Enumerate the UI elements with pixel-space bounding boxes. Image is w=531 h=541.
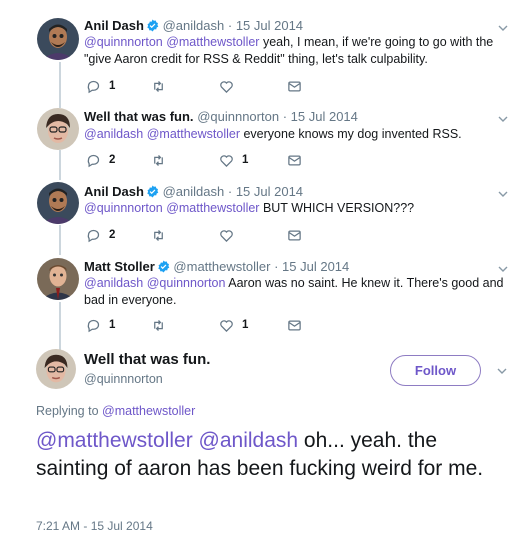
avatar[interactable] <box>37 182 79 224</box>
reply-icon <box>87 319 100 332</box>
mentions[interactable]: @anildash @quinnnorton <box>84 276 225 290</box>
direct-message-icon <box>288 81 301 91</box>
display-name[interactable]: Well that was fun. <box>84 109 194 124</box>
reply-button[interactable]: 1 <box>86 317 115 333</box>
separator: · <box>227 184 233 199</box>
follow-button[interactable]: Follow <box>390 355 481 386</box>
user-handle[interactable]: @quinnnorton <box>197 109 279 124</box>
replying-to-link[interactable]: @matthewstoller <box>102 404 195 418</box>
reply-icon <box>87 229 100 242</box>
direct-message-icon <box>288 155 301 165</box>
chevron-down-icon[interactable] <box>497 113 509 125</box>
direct-message-button[interactable] <box>287 317 302 333</box>
tweet-text: @quinnnorton @matthewstoller BUT WHICH V… <box>84 200 504 217</box>
avatar[interactable] <box>37 18 79 60</box>
tweet-body: BUT WHICH VERSION??? <box>259 201 415 215</box>
tweet-header: Anil Dash @anildash · 15 Jul 2014 <box>84 18 303 33</box>
reply-count: 1 <box>109 80 116 92</box>
tweet-text: @matthewstoller @anildash oh... yeah. th… <box>36 427 506 483</box>
avatar[interactable] <box>37 258 79 300</box>
tweet-header: Matt Stoller @matthewstoller · 15 Jul 20… <box>84 259 349 274</box>
like-icon <box>220 154 233 167</box>
reply-button[interactable]: 2 <box>86 152 115 168</box>
separator: · <box>274 259 279 274</box>
tweet-date[interactable]: 15 Jul 2014 <box>236 184 303 199</box>
like-count: 1 <box>242 154 249 166</box>
tweet-date[interactable]: 15 Jul 2014 <box>291 109 358 124</box>
tweet-text: @quinnnorton @matthewstoller yeah, I mea… <box>84 34 504 67</box>
user-handle[interactable]: @matthewstoller <box>173 259 270 274</box>
reply-count: 1 <box>109 319 116 331</box>
retweet-icon <box>154 80 163 92</box>
avatar[interactable] <box>37 108 79 150</box>
replying-to: Replying to @matthewstoller <box>36 404 195 418</box>
verified-badge-icon <box>147 19 159 32</box>
thread-connector <box>59 225 61 255</box>
user-handle[interactable]: @quinnnorton <box>84 372 163 386</box>
display-name[interactable]: Anil Dash <box>84 184 144 199</box>
like-icon <box>220 229 233 242</box>
tweet-actions: 2 1 <box>86 152 346 168</box>
chevron-down-icon[interactable] <box>497 22 509 34</box>
direct-message-button[interactable] <box>287 227 302 243</box>
tweet-header: Well that was fun. @quinnnorton · 15 Jul… <box>84 109 358 124</box>
like-button[interactable]: 1 <box>219 152 248 168</box>
tweet-text: @anildash @matthewstoller everyone knows… <box>84 126 504 143</box>
reply-icon <box>87 80 100 93</box>
retweet-button[interactable] <box>151 317 174 333</box>
tweet-actions: 1 <box>86 78 346 94</box>
user-handle[interactable]: @anildash <box>163 184 225 199</box>
chevron-down-icon[interactable] <box>497 263 509 275</box>
like-button[interactable]: 1 <box>219 317 248 333</box>
thread-connector <box>59 302 61 352</box>
reply-button[interactable]: 2 <box>86 227 115 243</box>
tweet-actions: 2 <box>86 227 346 243</box>
tweet-actions: 1 1 <box>86 317 346 333</box>
tweet-text: @anildash @quinnnorton Aaron was no sain… <box>84 275 504 308</box>
direct-message-icon <box>288 320 301 330</box>
like-icon <box>220 319 233 332</box>
direct-message-icon <box>288 230 301 240</box>
tweet-timestamp[interactable]: 7:21 AM - 15 Jul 2014 <box>36 519 153 533</box>
direct-message-button[interactable] <box>287 152 302 168</box>
retweet-icon <box>154 229 163 241</box>
thread-connector <box>59 150 61 180</box>
tweet-date[interactable]: 15 Jul 2014 <box>236 18 303 33</box>
user-handle[interactable]: @anildash <box>163 18 225 33</box>
direct-message-button[interactable] <box>287 78 302 94</box>
mentions[interactable]: @quinnnorton @matthewstoller <box>84 35 259 49</box>
like-icon <box>220 80 233 93</box>
reply-button[interactable]: 1 <box>86 78 115 94</box>
verified-badge-icon <box>147 185 159 198</box>
thread-connector <box>59 62 61 108</box>
retweet-button[interactable] <box>151 227 174 243</box>
retweet-icon <box>154 154 163 166</box>
mentions[interactable]: @matthewstoller @anildash <box>36 429 298 452</box>
avatar[interactable] <box>36 349 76 389</box>
mentions[interactable]: @quinnnorton @matthewstoller <box>84 201 259 215</box>
retweet-button[interactable] <box>151 78 174 94</box>
like-button[interactable] <box>219 227 242 243</box>
verified-badge-icon <box>158 260 170 273</box>
replying-prefix: Replying to <box>36 404 103 418</box>
mentions[interactable]: @anildash @matthewstoller <box>84 127 240 141</box>
display-name[interactable]: Matt Stoller <box>84 259 155 274</box>
display-name[interactable]: Anil Dash <box>84 18 144 33</box>
separator: · <box>227 18 233 33</box>
reply-count: 2 <box>109 229 116 241</box>
tweet-body: everyone knows my dog invented RSS. <box>240 127 462 141</box>
chevron-down-icon[interactable] <box>497 188 509 200</box>
tweet-header: Anil Dash @anildash · 15 Jul 2014 <box>84 184 303 199</box>
retweet-icon <box>154 319 163 331</box>
reply-count: 2 <box>109 154 116 166</box>
retweet-button[interactable] <box>151 152 174 168</box>
like-button[interactable] <box>219 78 242 94</box>
chevron-down-icon[interactable] <box>496 365 508 377</box>
separator: · <box>282 109 288 124</box>
like-count: 1 <box>242 319 249 331</box>
reply-icon <box>87 154 100 167</box>
display-name[interactable]: Well that was fun. <box>84 351 210 368</box>
tweet-date[interactable]: 15 Jul 2014 <box>282 259 349 274</box>
